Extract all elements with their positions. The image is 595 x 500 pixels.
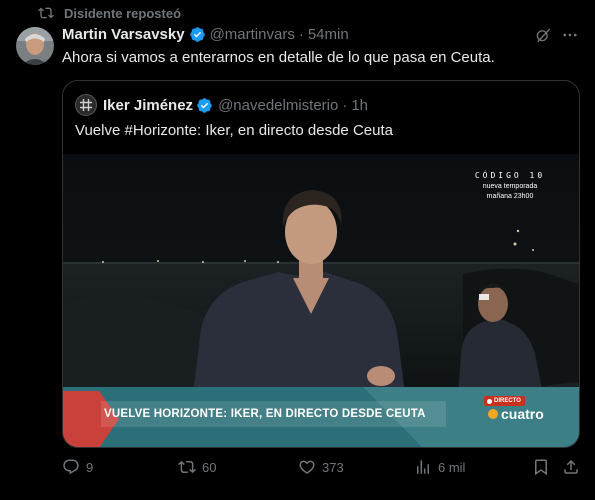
repost-count: 60 bbox=[202, 459, 217, 475]
live-badge: DIRECTO bbox=[484, 396, 525, 406]
heart-icon bbox=[299, 460, 315, 474]
reply-button[interactable]: 9 bbox=[62, 458, 93, 476]
live-dot-icon bbox=[487, 398, 492, 404]
quoted-tweet[interactable]: Iker Jiménez @navedelmisterio · 1h Vuelv… bbox=[62, 80, 580, 448]
repost-indicator[interactable]: Disidente reposteó bbox=[38, 5, 181, 21]
separator-dot: · bbox=[342, 96, 348, 114]
tweet-time[interactable]: 54min bbox=[308, 26, 349, 43]
grok-icon[interactable] bbox=[534, 26, 552, 44]
tweet-text: Ahora si vamos a enterarnos en detalle d… bbox=[62, 49, 495, 66]
more-options-icon[interactable] bbox=[561, 26, 579, 44]
video-headline: VUELVE HORIZONTE: IKER, EN DIRECTO DESDE… bbox=[104, 408, 426, 420]
separator-dot: · bbox=[298, 26, 304, 43]
like-button[interactable]: 373 bbox=[298, 458, 344, 476]
quoted-author-handle[interactable]: @navedelmisterio bbox=[218, 97, 338, 114]
verified-badge-icon bbox=[189, 27, 205, 42]
quoted-author-avatar[interactable] bbox=[75, 94, 97, 116]
repost-button[interactable]: 60 bbox=[178, 458, 216, 476]
views-count: 6 mil bbox=[438, 459, 466, 475]
show-promo: CÓDIGO 10 nueva temporada mañana 23h00 bbox=[460, 171, 560, 200]
quoted-tweet-text: Vuelve #Horizonte: Iker, en directo desd… bbox=[75, 122, 393, 139]
channel-name: cuatro bbox=[501, 406, 544, 422]
promo-line: mañana 23h00 bbox=[486, 193, 534, 200]
bookmark-icon bbox=[535, 459, 547, 476]
reply-icon bbox=[63, 459, 79, 475]
reply-count: 9 bbox=[86, 459, 94, 475]
quoted-author-name[interactable]: Iker Jiménez bbox=[103, 97, 193, 114]
quoted-tweet-header: Iker Jiménez @navedelmisterio · 1h bbox=[75, 94, 368, 116]
share-button[interactable] bbox=[562, 458, 580, 476]
share-icon bbox=[564, 459, 578, 474]
promo-line: nueva temporada bbox=[482, 183, 538, 190]
verified-badge-icon bbox=[197, 97, 212, 113]
channel-logo: cuatro bbox=[488, 406, 544, 422]
repost-icon bbox=[178, 460, 196, 474]
views-icon bbox=[417, 460, 429, 474]
author-handle[interactable]: @martinvars bbox=[210, 26, 295, 43]
live-badge-text: DIRECTO bbox=[494, 398, 521, 404]
quoted-tweet-time[interactable]: 1h bbox=[351, 97, 368, 114]
tweet-header: Martin Varsavsky @martinvars · 54min bbox=[62, 26, 349, 43]
repost-icon bbox=[38, 7, 54, 19]
like-count: 373 bbox=[322, 459, 344, 475]
tweet-actions: 9 60 373 6 mil bbox=[62, 458, 580, 478]
author-avatar[interactable] bbox=[16, 27, 54, 65]
show-logo: CÓDIGO 10 bbox=[474, 171, 546, 180]
channel-logo-icon bbox=[488, 409, 498, 419]
author-name[interactable]: Martin Varsavsky bbox=[62, 26, 185, 43]
repost-text: Disidente reposteó bbox=[64, 5, 182, 21]
bookmark-button[interactable] bbox=[532, 458, 550, 476]
views-button[interactable]: 6 mil bbox=[414, 458, 465, 476]
